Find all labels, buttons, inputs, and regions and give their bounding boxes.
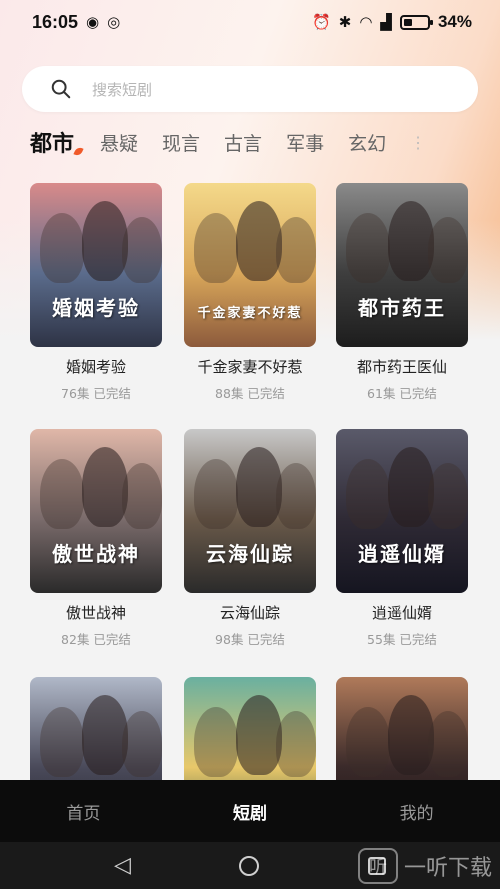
nav-mine[interactable]: 我的 bbox=[333, 799, 500, 824]
poster-figure bbox=[346, 707, 390, 777]
search-placeholder: 搜索短剧 bbox=[92, 80, 153, 99]
tab-xianyan[interactable]: 现言 bbox=[162, 129, 200, 156]
poster-figure bbox=[40, 707, 84, 777]
status-bar: 16:05 ◉ ◎ ⏰ ✱ ◠ ▟ 34% bbox=[0, 0, 500, 44]
poster-figure bbox=[194, 459, 238, 529]
poster-title-art: 云海仙踪 bbox=[206, 542, 294, 566]
category-tabs: 都市 悬疑 现言 古言 军事 玄幻 ⋮ bbox=[30, 122, 500, 162]
poster-figure bbox=[276, 217, 316, 283]
drama-card[interactable]: 傲世战神 傲世战神 82集 已完结 bbox=[30, 429, 162, 648]
eye-icon: ◉ bbox=[86, 12, 100, 31]
back-icon[interactable]: ◁ bbox=[114, 854, 131, 877]
drama-poster[interactable]: 婚姻考验 bbox=[30, 183, 162, 347]
drama-poster[interactable]: 傲世战神 bbox=[30, 429, 162, 593]
poster-figure bbox=[388, 447, 434, 527]
poster-figure bbox=[122, 711, 162, 777]
drama-poster[interactable]: 都市药王 bbox=[336, 183, 468, 347]
poster-figure bbox=[82, 447, 128, 527]
poster-figure bbox=[276, 463, 316, 529]
tab-junshi[interactable]: 军事 bbox=[286, 129, 324, 156]
drama-episode-status: 88集 已完结 bbox=[215, 386, 285, 401]
bluetooth-icon: ✱ bbox=[338, 12, 352, 31]
poster-figure bbox=[346, 213, 390, 283]
tab-xuanyi[interactable]: 悬疑 bbox=[100, 129, 138, 156]
drama-title[interactable]: 婚姻考验 bbox=[30, 356, 162, 377]
drama-episode-status: 55集 已完结 bbox=[367, 632, 437, 647]
poster-figure bbox=[388, 695, 434, 775]
poster-figure bbox=[194, 213, 238, 283]
battery-percent: 34% bbox=[437, 12, 472, 31]
home-icon[interactable] bbox=[239, 855, 260, 876]
signal-icon: ▟ bbox=[380, 12, 392, 31]
drama-poster[interactable]: 云海仙踪 bbox=[184, 429, 316, 593]
status-time: 16:05 bbox=[32, 11, 79, 32]
drama-episode-status: 76集 已完结 bbox=[61, 386, 131, 401]
drama-card[interactable]: 逍遥仙婿 逍遥仙婿 55集 已完结 bbox=[336, 429, 468, 648]
more-tabs-icon[interactable]: ⋮ bbox=[410, 133, 426, 152]
poster-figure bbox=[82, 201, 128, 281]
poster-figure bbox=[428, 217, 468, 283]
drama-card[interactable]: 婚姻考验 婚姻考验 76集 已完结 bbox=[30, 183, 162, 402]
search-input[interactable]: 搜索短剧 bbox=[22, 66, 478, 112]
drama-card[interactable]: 云海仙踪 云海仙踪 98集 已完结 bbox=[184, 429, 316, 648]
nav-home[interactable]: 首页 bbox=[0, 799, 167, 824]
poster-title-art: 千金家妻不好惹 bbox=[197, 306, 303, 321]
poster-figure bbox=[40, 459, 84, 529]
tab-xuanhuan[interactable]: 玄幻 bbox=[348, 129, 386, 156]
poster-figure bbox=[40, 213, 84, 283]
watermark-text: 一听下载 bbox=[403, 856, 492, 881]
drama-card[interactable]: 都市药王都市药王医仙 61集 已完结 bbox=[336, 183, 468, 402]
poster-figure bbox=[346, 459, 390, 529]
battery-icon bbox=[399, 14, 433, 30]
bottom-nav: 首页 短剧 我的 bbox=[0, 780, 500, 842]
search-icon bbox=[51, 79, 71, 99]
poster-title-art: 逍遥仙婿 bbox=[358, 542, 446, 566]
poster-title-art: 傲世战神 bbox=[52, 542, 140, 566]
drama-title[interactable]: 傲世战神 bbox=[30, 602, 162, 623]
poster-figure bbox=[236, 447, 282, 527]
drama-title[interactable]: 云海仙踪 bbox=[184, 602, 316, 623]
watermark: 听 一听下载 bbox=[357, 848, 492, 884]
poster-figure bbox=[276, 711, 316, 777]
poster-figure bbox=[388, 201, 434, 281]
poster-figure bbox=[194, 707, 238, 777]
poster-figure bbox=[236, 695, 282, 775]
poster-figure bbox=[236, 201, 282, 281]
drama-card[interactable]: 千金家妻不好惹 千金家妻不好惹 88集 已完结 bbox=[184, 183, 316, 402]
drama-poster[interactable]: 千金家妻不好惹 bbox=[184, 183, 316, 347]
notification-icon: ◎ bbox=[107, 12, 121, 31]
drama-poster[interactable]: 逍遥仙婿 bbox=[336, 429, 468, 593]
poster-figure bbox=[82, 695, 128, 775]
drama-episode-status: 61集 已完结 bbox=[367, 386, 437, 401]
wifi-icon: ◠ bbox=[359, 12, 373, 31]
drama-episode-status: 82集 已完结 bbox=[61, 632, 131, 647]
watermark-logo-icon: 听 bbox=[357, 848, 398, 884]
tab-guyan[interactable]: 古言 bbox=[224, 129, 262, 156]
nav-shorts[interactable]: 短剧 bbox=[167, 799, 334, 824]
drama-title[interactable]: 千金家妻不好惹 bbox=[184, 356, 316, 377]
drama-episode-status: 98集 已完结 bbox=[215, 632, 285, 647]
tab-dushi[interactable]: 都市 bbox=[30, 126, 74, 158]
poster-title-art: 都市药王 bbox=[358, 296, 446, 320]
poster-figure bbox=[122, 217, 162, 283]
poster-figure bbox=[122, 463, 162, 529]
poster-figure bbox=[428, 463, 468, 529]
poster-figure bbox=[428, 711, 468, 777]
alarm-icon: ⏰ bbox=[312, 12, 331, 31]
poster-title-art: 婚姻考验 bbox=[52, 296, 140, 320]
drama-title[interactable]: 都市药王医仙 bbox=[336, 356, 468, 377]
drama-title[interactable]: 逍遥仙婿 bbox=[336, 602, 468, 623]
